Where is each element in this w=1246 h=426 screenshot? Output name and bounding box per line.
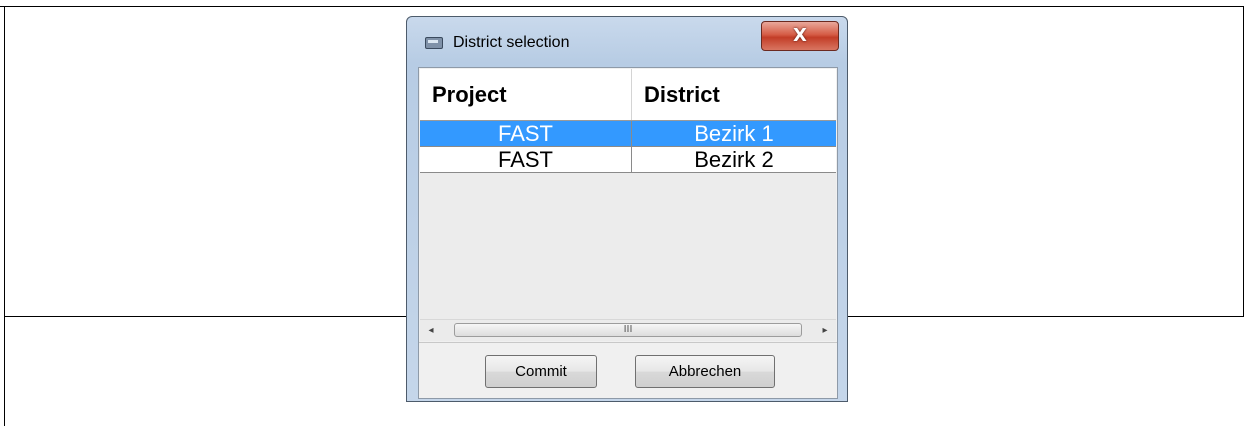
dialog-content: Project District FAST Bezirk 1 FAST Bezi… <box>418 67 838 399</box>
district-selection-dialog: District selection X Project District FA… <box>406 16 848 402</box>
page-border-top <box>0 6 1244 7</box>
scroll-left-arrow-icon[interactable]: ◂ <box>423 322 439 340</box>
button-bar: Commit Abbrechen <box>419 342 837 399</box>
column-header-project[interactable]: Project <box>420 69 632 120</box>
table-row[interactable]: FAST Bezirk 1 <box>420 121 836 147</box>
title-bar[interactable]: District selection X <box>407 17 847 67</box>
scroll-thumb[interactable]: III <box>454 323 802 337</box>
page-border-left <box>4 6 5 426</box>
app-window-icon <box>425 37 443 49</box>
page-border-right <box>1243 6 1244 317</box>
cell-district[interactable]: Bezirk 2 <box>632 147 836 172</box>
close-button[interactable]: X <box>761 21 839 51</box>
cell-district[interactable]: Bezirk 1 <box>632 121 836 146</box>
horizontal-scrollbar[interactable]: ◂ III ▸ <box>420 319 836 341</box>
cancel-button[interactable]: Abbrechen <box>635 355 775 388</box>
window-title: District selection <box>453 34 570 51</box>
scroll-right-arrow-icon[interactable]: ▸ <box>817 322 833 340</box>
grid-header: Project District <box>420 69 836 121</box>
column-header-district[interactable]: District <box>632 69 836 120</box>
cell-project[interactable]: FAST <box>420 121 632 146</box>
district-grid: Project District FAST Bezirk 1 FAST Bezi… <box>420 69 836 319</box>
commit-button[interactable]: Commit <box>485 355 597 388</box>
table-row[interactable]: FAST Bezirk 2 <box>420 147 836 173</box>
cell-project[interactable]: FAST <box>420 147 632 172</box>
